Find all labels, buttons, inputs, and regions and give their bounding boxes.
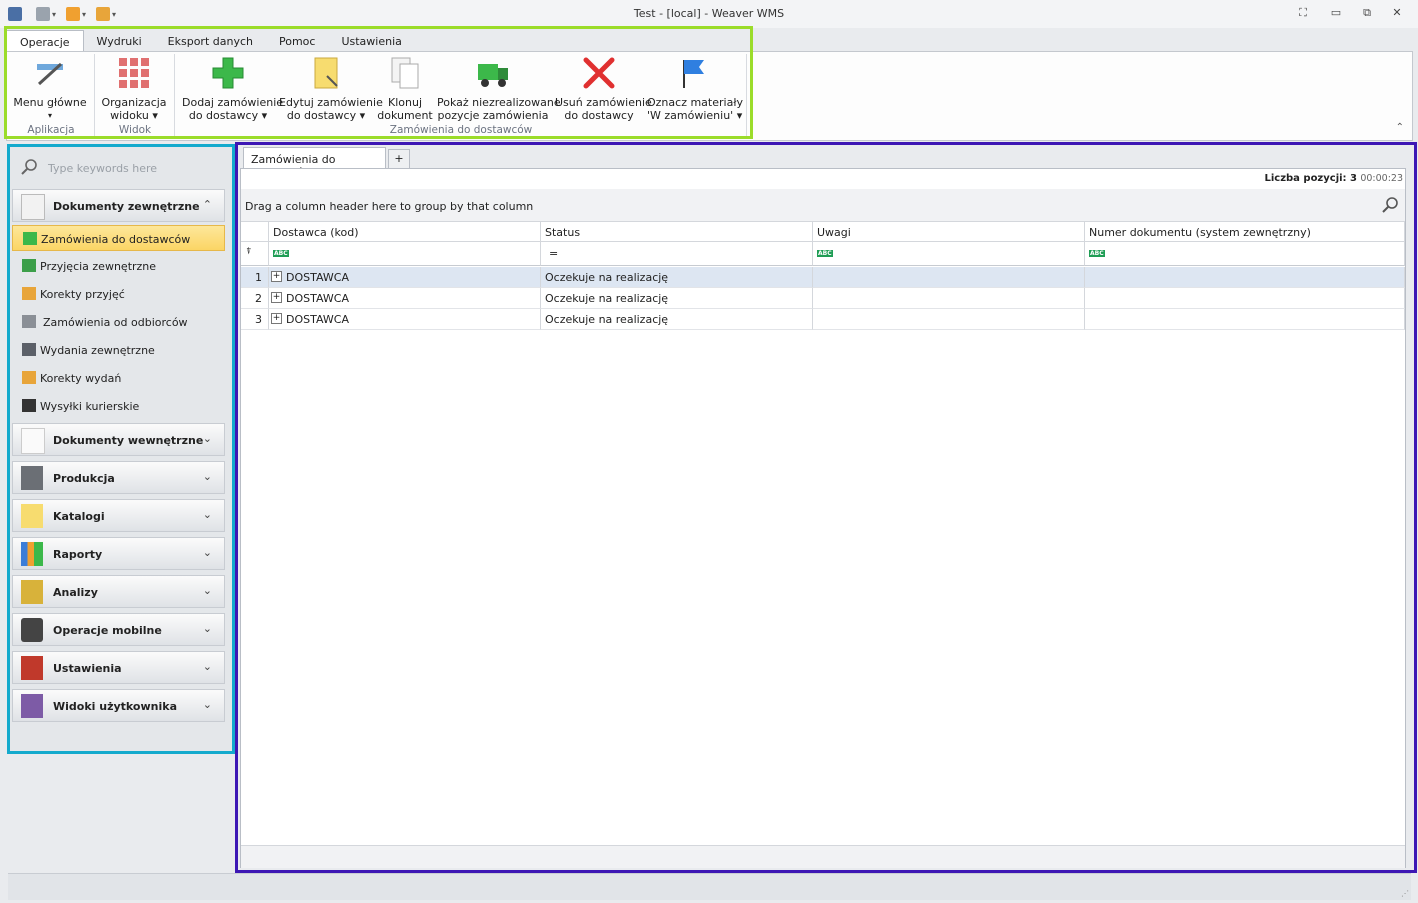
highlight-ribbon [4, 26, 753, 139]
fullscreen-icon[interactable]: ⛶ [1293, 6, 1313, 22]
highlight-main-area [235, 142, 1417, 873]
close-icon[interactable]: ✕ [1387, 6, 1407, 22]
window-title: Test - [local] - Weaver WMS [633, 7, 785, 20]
collapse-ribbon-icon[interactable]: ⌃ [1396, 122, 1404, 133]
restore-icon[interactable]: ⧉ [1357, 6, 1377, 22]
title-bar: ▾ ▾ ▾ Test - [local] - Weaver WMS ⛶ ▭ ⧉ … [0, 0, 1418, 28]
resize-grip-icon[interactable]: ⋰ [1401, 889, 1409, 898]
status-bar: ⋰ [8, 873, 1411, 900]
highlight-sidebar [7, 144, 235, 754]
minimize-icon[interactable]: ▭ [1326, 6, 1346, 22]
